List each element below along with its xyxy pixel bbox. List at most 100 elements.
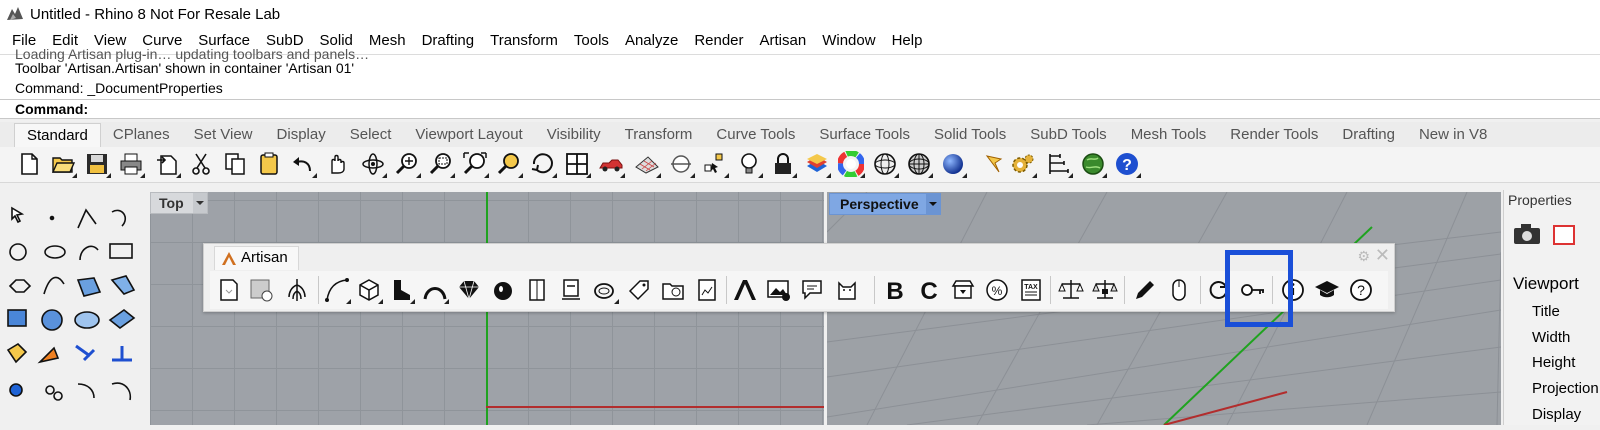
bold-b-icon[interactable]: B [880, 275, 910, 305]
tab-render-tools[interactable]: Render Tools [1218, 123, 1330, 147]
dimension-icon[interactable] [1044, 149, 1074, 179]
tab-solid-tools[interactable]: Solid Tools [922, 123, 1018, 147]
help-icon[interactable]: ? [1112, 149, 1142, 179]
camera-icon[interactable] [1512, 220, 1542, 253]
c-icon[interactable]: C [914, 275, 944, 305]
tree-icon[interactable] [282, 275, 312, 305]
pencil-icon[interactable] [1130, 275, 1160, 305]
chat-icon[interactable] [798, 275, 828, 305]
logo-a-icon[interactable] [730, 275, 760, 305]
ellipse-tool-icon [44, 245, 66, 259]
tab-select[interactable]: Select [338, 123, 404, 147]
paste-icon[interactable] [254, 149, 284, 179]
tab-viewport-layout[interactable]: Viewport Layout [403, 123, 534, 147]
scale-alt-icon[interactable] [1090, 275, 1120, 305]
tab-mesh-tools[interactable]: Mesh Tools [1119, 123, 1219, 147]
menu-artisan[interactable]: Artisan [752, 29, 815, 53]
undo-icon[interactable] [288, 149, 318, 179]
tab-standard[interactable]: Standard [14, 123, 101, 147]
tab-curve-tools[interactable]: Curve Tools [704, 123, 807, 147]
menu-tools[interactable]: Tools [566, 29, 617, 53]
print-icon[interactable] [116, 149, 146, 179]
copy-icon[interactable] [220, 149, 250, 179]
zoom-icon[interactable] [392, 149, 422, 179]
layer-icon[interactable] [802, 149, 832, 179]
boot-icon[interactable] [386, 275, 416, 305]
menu-help[interactable]: Help [884, 29, 931, 53]
document-icon[interactable] [214, 275, 244, 305]
globe-icon[interactable] [1078, 149, 1108, 179]
tab-set-view[interactable]: Set View [182, 123, 265, 147]
tab-artisan[interactable]: Artisan [214, 246, 299, 270]
point-icon[interactable] [666, 149, 696, 179]
open-icon[interactable] [48, 149, 78, 179]
scale-icon[interactable] [1056, 275, 1086, 305]
texture-icon[interactable] [692, 275, 722, 305]
close-icon[interactable]: ✕ [1375, 245, 1390, 266]
svg-text:?: ? [1122, 157, 1132, 174]
tab-cplanes[interactable]: CPlanes [101, 123, 182, 147]
save-icon[interactable] [82, 149, 112, 179]
viewport-label-top[interactable]: Top [150, 192, 208, 214]
cat-icon[interactable] [832, 275, 862, 305]
chevron-down-icon[interactable] [926, 194, 940, 214]
light-icon[interactable] [734, 149, 764, 179]
tab-transform[interactable]: Transform [613, 123, 705, 147]
vase-icon[interactable] [488, 275, 518, 305]
folder-user-icon[interactable] [658, 275, 688, 305]
diamond-icon[interactable] [454, 275, 484, 305]
stand-icon[interactable] [556, 275, 586, 305]
menu-window[interactable]: Window [814, 29, 883, 53]
four-viewports-icon[interactable] [562, 149, 592, 179]
render-sphere-icon[interactable] [938, 149, 968, 179]
tag-icon[interactable] [624, 275, 654, 305]
cube-icon[interactable] [354, 275, 384, 305]
import-icon[interactable] [152, 149, 182, 179]
mesh-sphere-icon[interactable] [904, 149, 934, 179]
zoom-window-icon[interactable] [426, 149, 456, 179]
help-circle-icon[interactable]: ? [1346, 275, 1376, 305]
tab-drafting[interactable]: Drafting [1330, 123, 1407, 147]
settings-gear-icon[interactable]: ⚙ [1357, 248, 1370, 265]
zoom-selected-icon[interactable] [494, 149, 524, 179]
wireframe-sphere-icon[interactable] [870, 149, 900, 179]
selection-icon[interactable] [700, 149, 730, 179]
command-line[interactable]: Command: [0, 99, 1600, 119]
image-icon[interactable] [764, 275, 794, 305]
percent-badge-icon[interactable]: % [982, 275, 1012, 305]
grid-icon[interactable] [632, 149, 662, 179]
zoom-extents-icon[interactable] [460, 149, 490, 179]
menu-drafting[interactable]: Drafting [414, 29, 483, 53]
rotate-view-icon[interactable] [358, 149, 388, 179]
named-views-icon[interactable] [528, 149, 558, 179]
lock-icon[interactable] [768, 149, 798, 179]
store-icon[interactable] [948, 275, 978, 305]
new-icon[interactable] [14, 149, 44, 179]
curve-icon[interactable] [322, 275, 352, 305]
mouse-icon[interactable] [1164, 275, 1194, 305]
menu-transform[interactable]: Transform [482, 29, 566, 53]
cut-icon[interactable] [186, 149, 216, 179]
options-gear-icon[interactable] [1008, 149, 1038, 179]
chevron-down-icon[interactable] [193, 193, 207, 213]
mesh-tool-icon [108, 308, 136, 330]
tab-subd-tools[interactable]: SubD Tools [1018, 123, 1118, 147]
ring-icon[interactable] [590, 275, 620, 305]
object-properties-icon[interactable] [1550, 220, 1580, 253]
tax-icon[interactable]: TAX [1016, 275, 1046, 305]
tab-new-in-v8[interactable]: New in V8 [1407, 123, 1499, 147]
pan-icon[interactable] [322, 149, 352, 179]
graduation-cap-icon[interactable] [1312, 275, 1342, 305]
tab-surface-tools[interactable]: Surface Tools [807, 123, 922, 147]
door-icon[interactable] [522, 275, 552, 305]
menu-analyze[interactable]: Analyze [617, 29, 686, 53]
tab-display[interactable]: Display [265, 123, 338, 147]
viewport-label-perspective[interactable]: Perspective [829, 193, 941, 215]
menu-render[interactable]: Render [686, 29, 751, 53]
car-icon[interactable] [596, 149, 626, 179]
arch-icon[interactable] [420, 275, 450, 305]
tab-visibility[interactable]: Visibility [535, 123, 613, 147]
color-wheel-icon[interactable] [836, 149, 866, 179]
flag-icon[interactable] [980, 149, 1010, 179]
save-web-icon[interactable] [246, 275, 276, 305]
